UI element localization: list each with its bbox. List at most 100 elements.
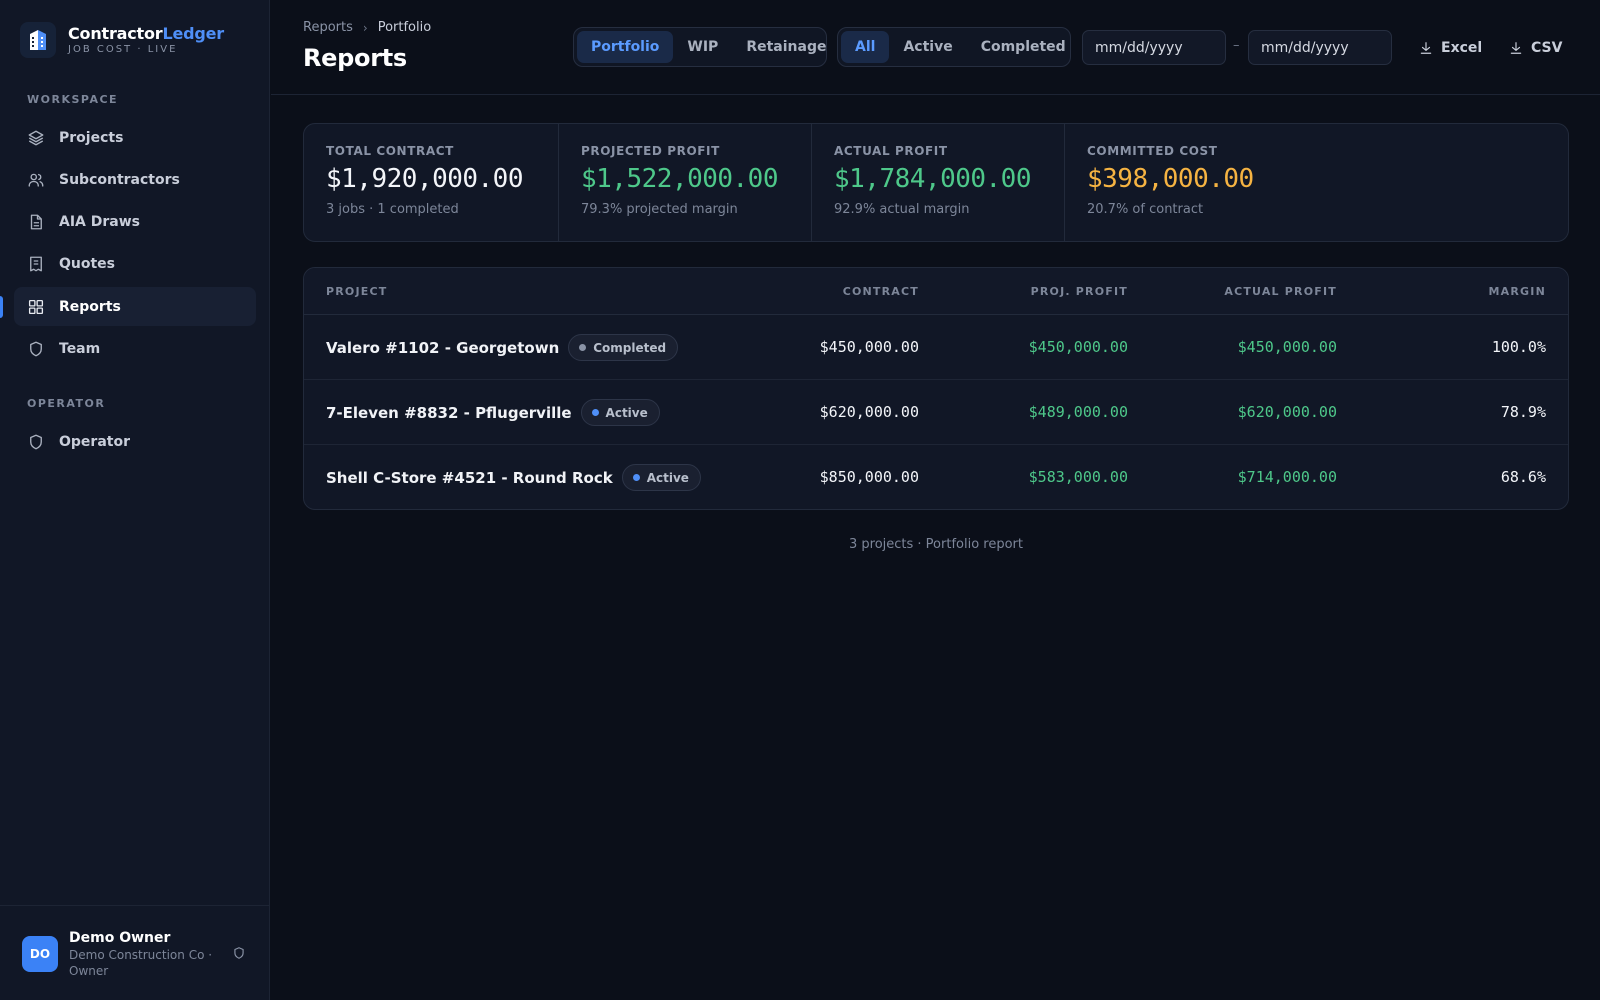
status-badge: Completed: [568, 334, 679, 361]
stat-value: $1,784,000.00: [834, 164, 1032, 194]
column-header-project[interactable]: PROJECT: [326, 285, 387, 298]
sidebar-item-team[interactable]: Team: [14, 329, 256, 368]
export-excel-button[interactable]: Excel: [1419, 33, 1482, 63]
sidebar-item-label: Team: [59, 340, 101, 357]
project-cell: 7-Eleven #8832 - Pflugerville Active: [326, 399, 660, 426]
breadcrumb: Reports › Portfolio: [303, 20, 431, 35]
download-icon: [1420, 42, 1432, 54]
date-to-input[interactable]: mm/dd/yyyy: [1248, 30, 1392, 65]
stat-value: $1,522,000.00: [581, 164, 779, 194]
breadcrumb-current: Portfolio: [377, 20, 432, 35]
layers-icon: [28, 130, 44, 145]
stat-label: ACTUAL PROFIT: [834, 144, 948, 158]
sidebar-item-projects[interactable]: Projects: [14, 118, 256, 157]
status-badge: Active: [621, 464, 701, 491]
export-csv-button[interactable]: CSV: [1509, 33, 1562, 63]
stat-projected-profit: PROJECTED PROFIT $1,522,000.00 79.3% pro…: [559, 124, 812, 241]
receipt-icon: [30, 256, 42, 271]
sidebar-item-operator[interactable]: Operator: [14, 422, 256, 461]
stat-sub: 3 jobs · 1 completed: [326, 202, 459, 217]
sidebar-item-label: Quotes: [59, 255, 116, 272]
contract-cell: $450,000.00: [819, 338, 919, 356]
stat-label: TOTAL CONTRACT: [326, 144, 454, 158]
shield-icon: [30, 341, 42, 356]
chevron-right-icon: ›: [362, 20, 368, 35]
actual-profit-cell: $450,000.00: [1237, 338, 1337, 356]
table-row[interactable]: Shell C-Store #4521 - Round Rock Active …: [304, 445, 1568, 509]
brand-subtitle: JOB COST · LIVE: [68, 43, 178, 55]
filter-completed[interactable]: Completed: [967, 31, 1080, 63]
sidebar-item-quotes[interactable]: Quotes: [14, 244, 256, 283]
brand[interactable]: ContractorLedger JOB COST · LIVE: [20, 22, 224, 58]
tab-portfolio[interactable]: Portfolio: [577, 31, 674, 63]
shield-icon[interactable]: [232, 946, 246, 960]
document-icon: [30, 214, 42, 229]
table-footer-note: 3 projects · Portfolio report: [848, 537, 1023, 552]
column-header-actual-profit[interactable]: ACTUAL PROFIT: [1224, 285, 1337, 298]
proj-profit-cell: $450,000.00: [1028, 338, 1128, 356]
column-header-margin[interactable]: MARGIN: [1489, 285, 1546, 298]
active-nav-indicator: [0, 296, 3, 318]
summary-stats: TOTAL CONTRACT $1,920,000.00 3 jobs · 1 …: [303, 123, 1569, 242]
stat-total-contract: TOTAL CONTRACT $1,920,000.00 3 jobs · 1 …: [304, 124, 559, 241]
margin-cell: 100.0%: [1491, 338, 1546, 356]
project-name[interactable]: 7-Eleven #8832 - Pflugerville: [326, 404, 572, 422]
proj-profit-cell: $489,000.00: [1028, 403, 1128, 421]
actual-profit-cell: $714,000.00: [1237, 468, 1337, 486]
sidebar-item-subcontractors[interactable]: Subcontractors: [14, 160, 256, 199]
breadcrumb-reports[interactable]: Reports: [303, 20, 353, 35]
status-dot: [591, 409, 599, 416]
user-profile[interactable]: DO Demo Owner Demo Construction Co · Own…: [0, 905, 270, 1000]
download-icon: [1510, 42, 1522, 54]
project-cell: Valero #1102 - Georgetown Completed: [326, 334, 679, 361]
margin-cell: 68.6%: [1500, 468, 1546, 486]
stat-value: $1,920,000.00: [326, 164, 524, 194]
sidebar-item-label: AIA Draws: [59, 213, 140, 230]
margin-cell: 78.9%: [1500, 403, 1546, 421]
shield-icon: [30, 434, 42, 449]
filter-active[interactable]: Active: [889, 31, 966, 63]
table-row[interactable]: Valero #1102 - Georgetown Completed $450…: [304, 315, 1568, 380]
contract-cell: $620,000.00: [819, 403, 919, 421]
portfolio-table: PROJECT CONTRACT PROJ. PROFIT ACTUAL PRO…: [303, 267, 1569, 510]
sidebar-item-label: Projects: [59, 129, 124, 146]
sidebar-item-label: Operator: [59, 433, 130, 450]
user-name: Demo Owner: [69, 930, 171, 946]
contract-cell: $850,000.00: [819, 468, 919, 486]
sidebar-item-aia-draws[interactable]: AIA Draws: [14, 202, 256, 241]
tab-wip[interactable]: WIP: [673, 31, 732, 63]
stat-label: PROJECTED PROFIT: [581, 144, 720, 158]
stat-sub: 92.9% actual margin: [834, 202, 970, 217]
sidebar-item-reports[interactable]: Reports: [14, 287, 256, 326]
date-from-input[interactable]: mm/dd/yyyy: [1082, 30, 1226, 65]
stat-committed-cost: COMMITTED COST $398,000.00 20.7% of cont…: [1065, 124, 1568, 241]
report-type-tabs: Portfolio WIP Retainage: [573, 27, 827, 67]
filter-all[interactable]: All: [841, 31, 890, 63]
status-dot: [632, 474, 640, 481]
proj-profit-cell: $583,000.00: [1028, 468, 1128, 486]
user-organization: Demo Construction Co · Owner: [69, 948, 213, 978]
stat-sub: 79.3% projected margin: [581, 202, 738, 217]
project-name[interactable]: Shell C-Store #4521 - Round Rock: [326, 469, 613, 487]
table-row[interactable]: 7-Eleven #8832 - Pflugerville Active $62…: [304, 380, 1568, 445]
column-header-proj-profit[interactable]: PROJ. PROFIT: [1031, 285, 1128, 298]
status-dot: [579, 344, 587, 351]
page-header: Reports › Portfolio Reports Portfolio WI…: [271, 0, 1600, 95]
stat-value: $398,000.00: [1087, 164, 1254, 194]
operator-section-label: OPERATOR: [27, 397, 106, 410]
project-name[interactable]: Valero #1102 - Georgetown: [326, 339, 559, 357]
stat-label: COMMITTED COST: [1087, 144, 1218, 158]
avatar: DO: [22, 936, 58, 972]
table-header: PROJECT CONTRACT PROJ. PROFIT ACTUAL PRO…: [304, 268, 1568, 315]
date-range-separator: –: [1233, 38, 1240, 53]
workspace-section-label: WORKSPACE: [27, 93, 119, 106]
tab-retainage[interactable]: Retainage: [732, 31, 840, 63]
status-filter-tabs: All Active Completed: [837, 27, 1071, 67]
building-logo-icon: [20, 22, 56, 58]
sidebar: ContractorLedger JOB COST · LIVE WORKSPA…: [0, 0, 270, 1000]
sidebar-item-label: Reports: [59, 298, 121, 315]
grid-icon: [28, 299, 44, 314]
column-header-contract[interactable]: CONTRACT: [843, 285, 919, 298]
sidebar-item-label: Subcontractors: [59, 171, 180, 188]
users-icon: [28, 173, 44, 187]
